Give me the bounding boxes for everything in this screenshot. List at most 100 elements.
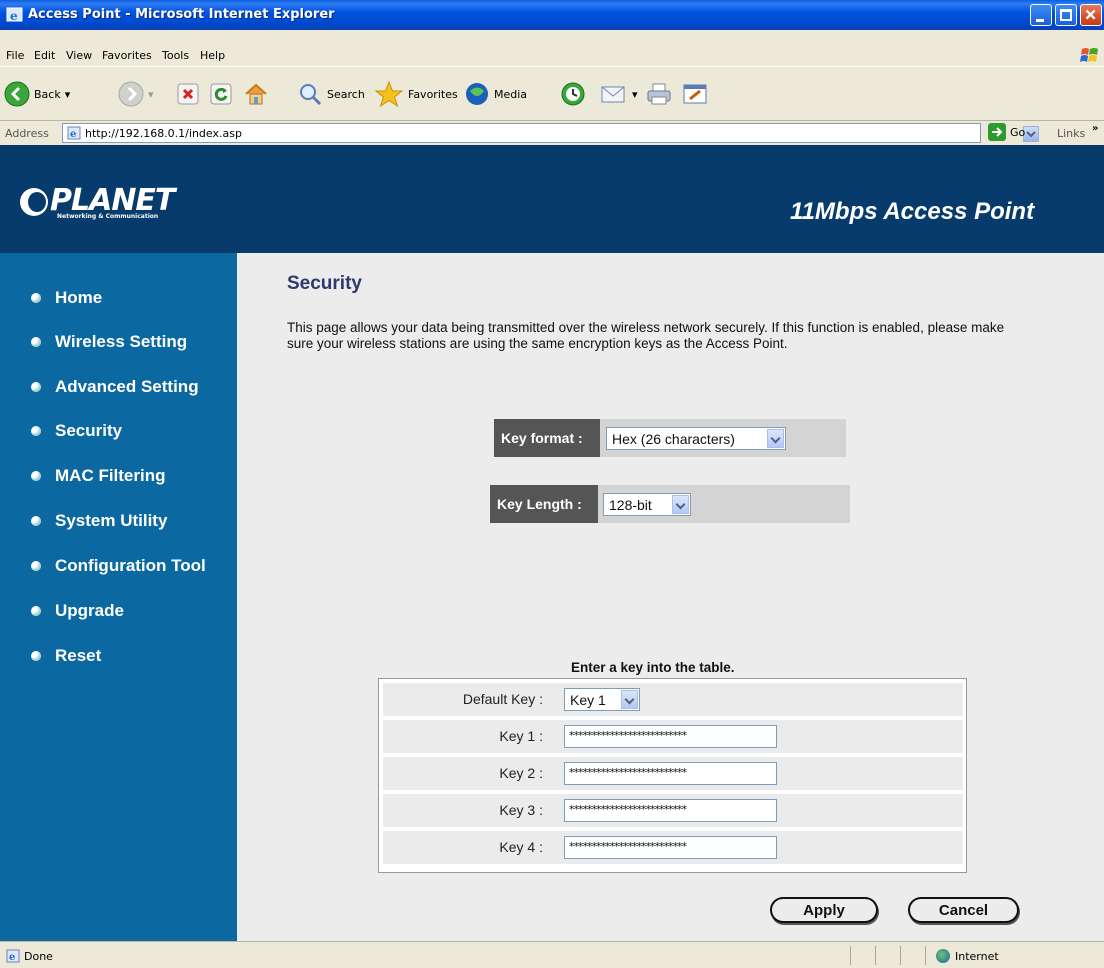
stop-icon [177, 83, 199, 105]
forward-button[interactable]: ▾ [118, 79, 154, 109]
chevron-down-icon [621, 690, 638, 709]
key-length-select[interactable]: 128-bit [603, 493, 691, 516]
key-4-input[interactable]: ************************** [564, 836, 777, 859]
menu-view[interactable]: View [66, 49, 92, 62]
go-arrow-icon [988, 123, 1006, 141]
back-button[interactable]: Back ▾ [4, 79, 70, 109]
page-description: This page allows your data being transmi… [287, 320, 1005, 351]
printer-icon [647, 83, 671, 105]
menu-help[interactable]: Help [200, 49, 225, 62]
menu-file[interactable]: File [6, 49, 24, 62]
back-label: Back [34, 87, 61, 101]
home-button[interactable] [243, 79, 269, 109]
search-button[interactable]: Search [297, 79, 365, 109]
key-table: Default Key : Key 1 Key 1 : ************… [378, 678, 967, 873]
sidebar-item-label: Advanced Setting [55, 377, 199, 396]
svg-text:e: e [70, 129, 76, 140]
sidebar-item-label: System Utility [55, 511, 168, 530]
menu-edit[interactable]: Edit [34, 49, 55, 62]
sidebar-item-label: Reset [55, 646, 102, 665]
close-button[interactable] [1080, 4, 1102, 26]
status-divider [850, 946, 851, 965]
address-bar: Address e http://192.168.0.1/index.asp G… [0, 121, 1104, 145]
media-label: Media [494, 87, 528, 101]
product-name: 11Mbps Access Point [790, 198, 1035, 225]
address-dropdown-button[interactable] [1023, 126, 1039, 142]
cancel-button[interactable]: Cancel [908, 897, 1019, 923]
key-1-input[interactable]: ************************** [564, 725, 777, 748]
sidebar-item-security[interactable]: Security [31, 421, 122, 441]
key-format-select[interactable]: Hex (26 characters) [606, 427, 786, 450]
bullet-icon [31, 516, 41, 526]
media-button[interactable]: Media [464, 79, 527, 109]
menubar: File Edit View Favorites Tools Help [0, 44, 1104, 66]
back-dropdown-icon: ▾ [64, 87, 71, 101]
mail-button[interactable]: ▾ [600, 79, 638, 109]
minimize-button[interactable] [1030, 4, 1052, 26]
svg-text:e: e [9, 952, 15, 963]
mail-icon [601, 86, 625, 103]
ie-page-icon: e [6, 949, 20, 963]
bullet-icon [31, 426, 41, 436]
favorites-button[interactable]: Favorites [374, 79, 458, 109]
key-2-input[interactable]: ************************** [564, 762, 777, 785]
security-zone-text: Internet [955, 950, 999, 963]
key-length-row: Key Length : 128-bit [490, 485, 850, 523]
go-label: Go [1010, 125, 1026, 139]
status-bar: e Done Internet [0, 941, 1104, 968]
forward-arrow-icon [118, 81, 144, 107]
default-key-select[interactable]: Key 1 [564, 688, 640, 711]
status-divider [925, 946, 926, 965]
maximize-button[interactable] [1055, 4, 1077, 26]
key-2-label: Key 2 : [499, 765, 543, 781]
history-button[interactable] [560, 79, 586, 109]
sidebar-item-configuration-tool[interactable]: Configuration Tool [31, 556, 206, 576]
home-icon [245, 83, 267, 105]
planet-logo-subtext: Networking & Communication [57, 213, 159, 220]
sidebar-item-label: Wireless Setting [55, 332, 188, 351]
sidebar-item-system-utility[interactable]: System Utility [31, 511, 167, 531]
key-1-label: Key 1 : [499, 728, 543, 744]
refresh-button[interactable] [210, 79, 232, 109]
key-length-value: 128-bit [609, 497, 652, 513]
search-icon [300, 84, 322, 106]
mail-dropdown-icon: ▾ [632, 87, 638, 101]
menu-favorites[interactable]: Favorites [102, 49, 152, 62]
sidebar-item-wireless-setting[interactable]: Wireless Setting [31, 332, 187, 352]
links-button[interactable]: Links [1057, 127, 1085, 140]
page-content: PLANET Networking & Communication 11Mbps… [0, 145, 1104, 941]
sidebar-item-mac-filtering[interactable]: MAC Filtering [31, 466, 166, 486]
chevron-down-icon [767, 429, 784, 448]
favorites-label: Favorites [408, 87, 458, 101]
key-format-value: Hex (26 characters) [612, 431, 735, 447]
ie-toolbar: Back ▾ ▾ Search Favorites Media ▾ [0, 66, 1104, 121]
sidebar-item-label: Security [55, 421, 123, 440]
edit-page-icon [683, 84, 707, 104]
svg-text:e: e [10, 9, 18, 23]
edit-button[interactable] [682, 79, 708, 109]
sidebar-item-home[interactable]: Home [31, 288, 102, 308]
print-button[interactable] [646, 79, 672, 109]
sidebar-item-reset[interactable]: Reset [31, 646, 101, 666]
status-divider [875, 946, 876, 965]
go-button[interactable]: Go [988, 123, 1025, 141]
ie-window-icon: e [6, 7, 23, 23]
key-3-input[interactable]: ************************** [564, 799, 777, 822]
main-panel: Security This page allows your data bein… [237, 253, 1104, 941]
address-input[interactable]: e http://192.168.0.1/index.asp [62, 123, 1039, 143]
sidebar-item-upgrade[interactable]: Upgrade [31, 601, 124, 621]
bullet-icon [31, 471, 41, 481]
sidebar-item-advanced-setting[interactable]: Advanced Setting [31, 377, 199, 397]
menu-tools[interactable]: Tools [162, 49, 189, 62]
bullet-icon [31, 382, 41, 392]
sidebar-item-label: Upgrade [55, 601, 124, 620]
window-title: Access Point - Microsoft Internet Explor… [28, 7, 335, 22]
star-icon [374, 80, 404, 108]
bullet-icon [31, 651, 41, 661]
stop-button[interactable] [177, 79, 199, 109]
key-row-1: Key 1 : ************************** [383, 720, 963, 753]
apply-button[interactable]: Apply [770, 897, 878, 923]
links-chevron-icon: » [1092, 123, 1099, 134]
key-row-4: Key 4 : ************************** [383, 831, 963, 864]
back-arrow-icon [4, 81, 30, 107]
